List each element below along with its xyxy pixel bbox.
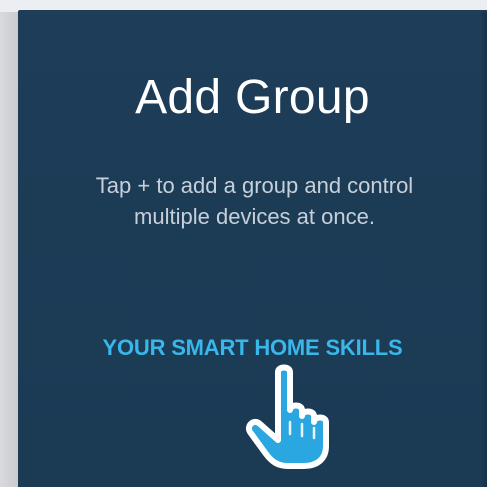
description-line-1: Tap + to add a group and control (95, 173, 414, 198)
smart-home-skills-link[interactable]: YOUR SMART HOME SKILLS (18, 333, 487, 363)
right-edge (481, 12, 487, 487)
add-group-card: Add Group Tap + to add a group and contr… (18, 10, 487, 487)
hand-pointer-icon (246, 364, 329, 469)
description-line-2: multiple devices at once. (134, 204, 375, 229)
left-panel-edge (0, 12, 18, 487)
group-description: Tap + to add a group and control multipl… (32, 170, 477, 232)
page-title: Add Group (135, 71, 370, 124)
